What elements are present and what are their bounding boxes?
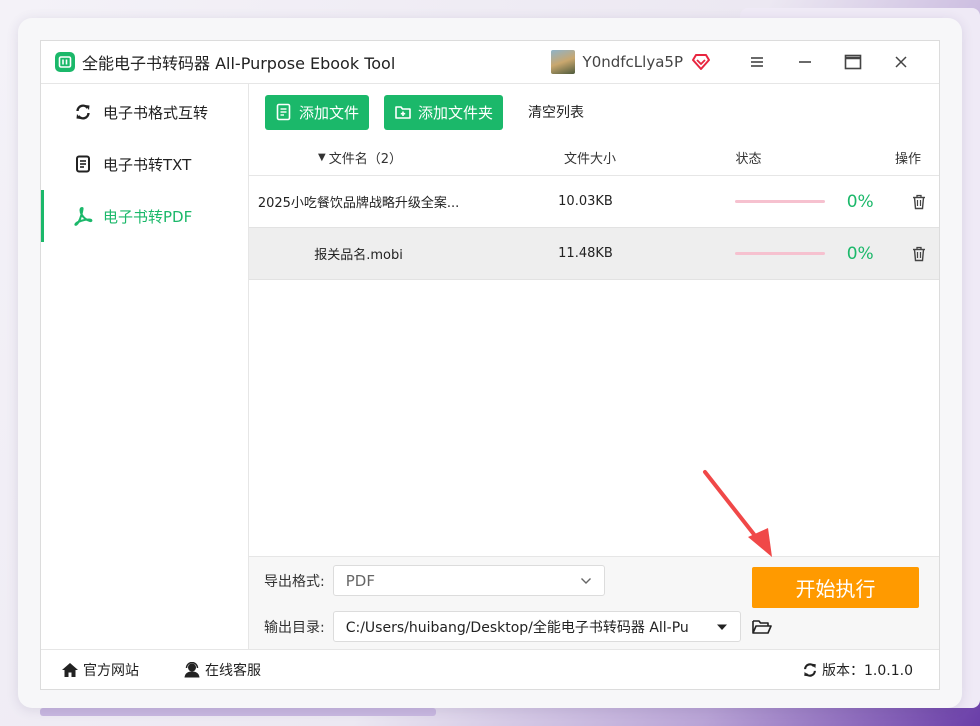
table-row[interactable]: 2025小吃餐饮品牌战略升级全案... 10.03KB 0% (249, 176, 939, 228)
sidebar-item-to-txt[interactable]: 电子书转TXT (41, 138, 248, 190)
trash-icon (913, 246, 926, 261)
file-name-cell: 报关品名.mobi (314, 248, 403, 263)
header-status: 状态 (735, 152, 762, 167)
online-support-link[interactable]: 在线客服 (183, 660, 261, 680)
add-folder-label: 添加文件夹 (418, 103, 494, 122)
add-folder-icon (394, 103, 412, 121)
delete-button[interactable] (900, 246, 939, 262)
official-website-link[interactable]: 官方网站 (61, 660, 139, 680)
app-logo-icon (55, 52, 75, 72)
maximize-button[interactable] (829, 47, 877, 77)
format-label: 导出格式: (264, 573, 325, 590)
minimize-icon (799, 61, 811, 63)
add-file-icon (275, 103, 293, 121)
toolbar: 添加文件 添加文件夹 清空列表 (249, 84, 939, 140)
progress-bar (734, 252, 825, 255)
format-select[interactable]: PDF (332, 565, 605, 596)
chevron-down-icon (580, 577, 591, 584)
app-title: 全能电子书转码器 All-Purpose Ebook Tool (82, 54, 396, 73)
output-dir-select[interactable]: C:/Users/huibang/Desktop/全能电子书转码器 All-Pu (332, 611, 741, 642)
avatar[interactable] (550, 50, 575, 74)
output-settings-panel: 导出格式: PDF 输出目录: C:/Users/huibang/Desktop… (249, 557, 939, 649)
output-dir-value: C:/Users/huibang/Desktop/全能电子书转码器 All-Pu (345, 619, 689, 636)
header-file-size: 文件大小 (563, 152, 616, 167)
version-info: 版本：1.0.1.0 (802, 660, 913, 680)
delete-button[interactable] (900, 194, 939, 210)
content-area: 添加文件 添加文件夹 清空列表 ▼ 文件名（2） 文件大小 状态 操作 2025… (249, 84, 939, 649)
close-icon (895, 56, 907, 68)
table-empty-area (249, 280, 939, 557)
folder-open-icon (751, 619, 772, 634)
start-button[interactable]: 开始执行 (752, 567, 919, 608)
sort-desc-icon: ▼ (318, 152, 326, 163)
sidebar-item-label: 电子书格式互转 (103, 103, 209, 122)
sidebar-item-label: 电子书转TXT (103, 155, 192, 174)
progress-percent: 0% (846, 243, 874, 264)
app-window: 全能电子书转码器 All-Purpose Ebook Tool Y0ndfcLl… (40, 40, 940, 690)
version-label: 版本：1.0.1.0 (822, 662, 913, 679)
file-name-cell: 2025小吃餐饮品牌战略升级全案... (257, 196, 460, 211)
caret-down-icon (716, 624, 727, 630)
header-action: 操作 (894, 152, 921, 167)
progress-bar (734, 200, 825, 203)
sidebar-item-to-pdf[interactable]: 电子书转PDF (41, 190, 248, 242)
main-area: 电子书格式互转 电子书转TXT 电子书转PDF 添加文件 添加文件夹 清空列表 … (41, 84, 939, 649)
file-size-cell: 11.48KB (558, 246, 613, 261)
dir-label: 输出目录: (264, 619, 325, 636)
refresh-icon (73, 103, 93, 121)
pdf-icon (73, 206, 93, 226)
vip-heart-icon[interactable] (691, 53, 711, 71)
sidebar: 电子书格式互转 电子书转TXT 电子书转PDF (41, 84, 249, 649)
header-file-name[interactable]: ▼ 文件名（2） (249, 148, 471, 167)
output-settings: 导出格式: PDF 输出目录: C:/Users/huibang/Desktop… (249, 557, 773, 649)
progress-cell (703, 200, 831, 203)
dir-row: 输出目录: C:/Users/huibang/Desktop/全能电子书转码器 … (264, 611, 773, 642)
maximize-icon (844, 54, 862, 70)
clear-list-button[interactable]: 清空列表 (528, 102, 584, 122)
user-name[interactable]: Y0ndfcLlya5P (583, 53, 683, 71)
progress-percent: 0% (846, 191, 874, 212)
minimize-button[interactable] (781, 47, 829, 77)
trash-icon (913, 194, 926, 209)
online-support-label: 在线客服 (205, 662, 261, 679)
refresh-icon (802, 662, 818, 678)
document-icon (73, 155, 93, 173)
title-bar: 全能电子书转码器 All-Purpose Ebook Tool Y0ndfcLl… (41, 41, 939, 84)
format-value: PDF (345, 571, 375, 590)
support-agent-icon (183, 661, 201, 678)
format-row: 导出格式: PDF (264, 565, 773, 596)
footer: 官方网站 在线客服 版本：1.0.1.0 (41, 649, 939, 689)
progress-cell (703, 252, 831, 255)
official-website-label: 官方网站 (83, 662, 139, 679)
menu-button[interactable] (733, 47, 781, 77)
background-strip (40, 708, 436, 716)
add-file-label: 添加文件 (299, 103, 360, 122)
add-file-button[interactable]: 添加文件 (265, 94, 370, 130)
sidebar-item-label: 电子书转PDF (103, 207, 193, 226)
table-header: ▼ 文件名（2） 文件大小 状态 操作 (249, 140, 939, 176)
menu-icon (751, 57, 763, 67)
home-icon (61, 662, 79, 678)
sidebar-item-format-convert[interactable]: 电子书格式互转 (41, 86, 248, 138)
close-button[interactable] (877, 47, 925, 77)
open-folder-button[interactable] (751, 618, 773, 636)
file-size-cell: 10.03KB (558, 194, 613, 209)
table-row[interactable]: 报关品名.mobi 11.48KB 0% (249, 228, 939, 280)
add-folder-button[interactable]: 添加文件夹 (384, 94, 504, 130)
